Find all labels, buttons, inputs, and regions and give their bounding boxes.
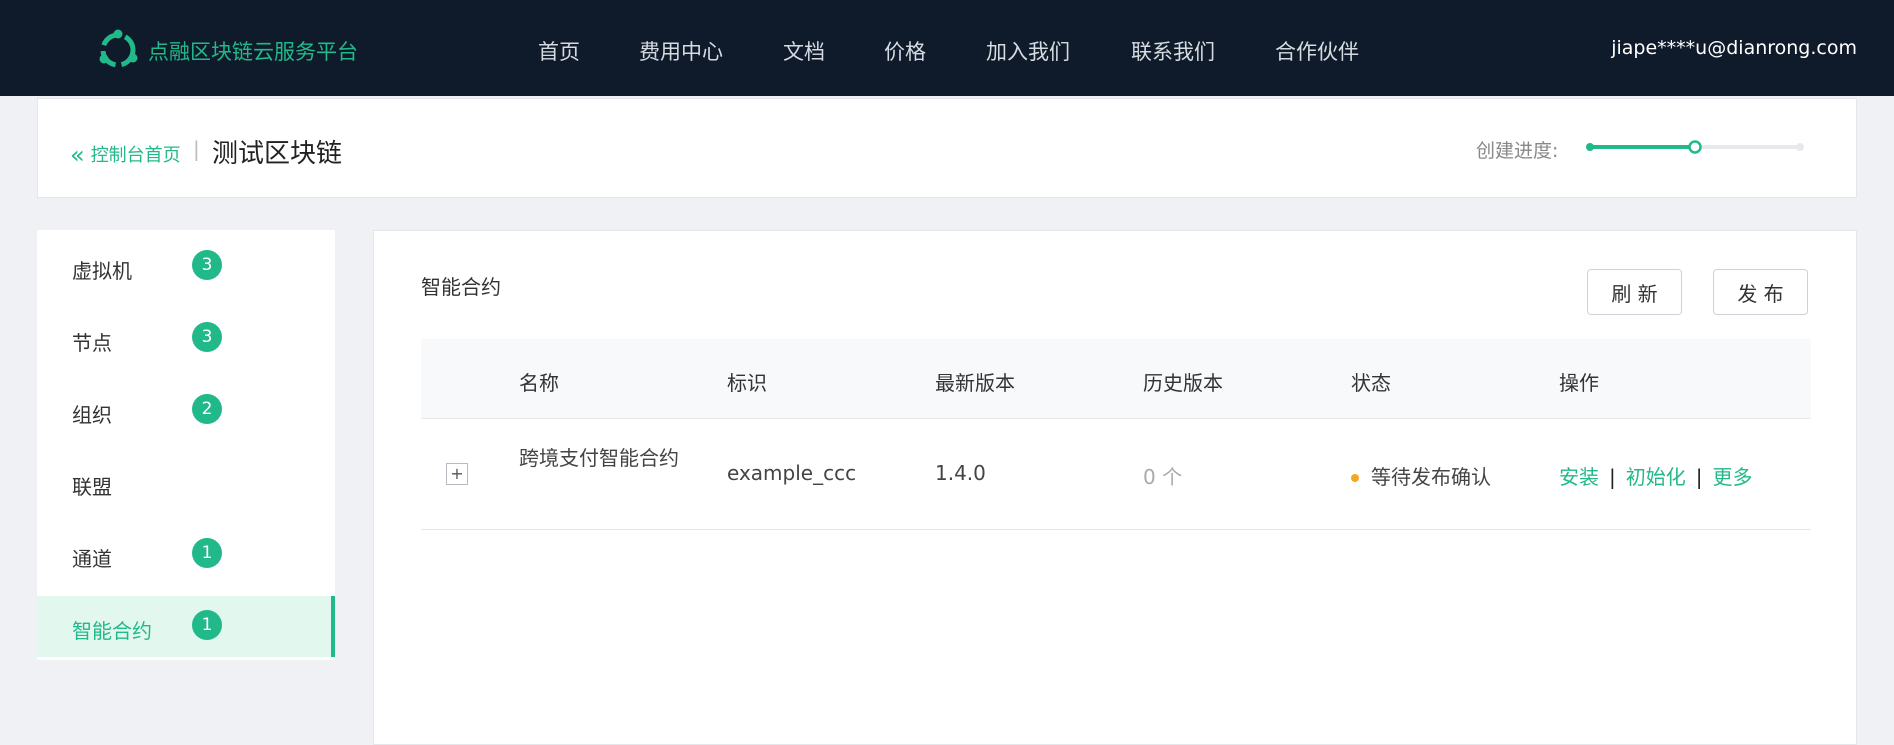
progress-label: 创建进度: [1476, 140, 1559, 162]
column-header-id: 标识 [727, 371, 767, 395]
sidebar-item-nodes[interactable]: 节点 3 [37, 308, 335, 369]
nav-item-docs[interactable]: 文档 [783, 36, 825, 66]
sidebar-item-label: 节点 [72, 331, 112, 355]
cell-actions: 安装 | 初始化 | 更多 [1559, 461, 1753, 490]
nav-item-partners[interactable]: 合作伙伴 [1275, 36, 1359, 66]
cell-status: 等待发布确认 [1351, 461, 1491, 490]
top-navbar: 点融区块链云服务平台 首页 费用中心 文档 价格 加入我们 联系我们 合作伙伴 … [0, 0, 1894, 96]
back-label: 控制台首页 [90, 145, 181, 166]
action-divider: | [1609, 465, 1616, 489]
sidebar-item-label: 联盟 [72, 475, 112, 499]
nav-item-contact-us[interactable]: 联系我们 [1131, 36, 1215, 66]
cell-name: 跨境支付智能合约 [519, 446, 679, 470]
column-header-name: 名称 [519, 371, 559, 395]
nav-item-billing[interactable]: 费用中心 [639, 36, 723, 66]
table-row: + 跨境支付智能合约 example_ccc 1.4.0 0 个 等待发布确认 … [421, 419, 1811, 530]
column-header-actions: 操作 [1559, 371, 1599, 395]
install-link[interactable]: 安装 [1559, 465, 1599, 489]
page-title: 测试区块链 [212, 139, 343, 169]
breadcrumb-bar: «控制台首页 | 测试区块链 创建进度: [37, 98, 1857, 198]
section-title: 智能合约 [421, 275, 501, 299]
nav-item-pricing[interactable]: 价格 [884, 36, 926, 66]
more-link[interactable]: 更多 [1713, 465, 1753, 489]
action-divider: | [1695, 465, 1703, 489]
count-badge: 3 [192, 250, 222, 280]
sidebar: 虚拟机 3 节点 3 组织 2 联盟 通道 1 智能合约 1 [37, 230, 335, 660]
sidebar-item-label: 通道 [72, 547, 112, 571]
column-header-latest-version: 最新版本 [935, 371, 1015, 395]
count-badge: 1 [192, 610, 222, 640]
progress-step-dot [1586, 143, 1594, 151]
initialize-link[interactable]: 初始化 [1626, 465, 1686, 489]
progress-step-dot [1688, 140, 1702, 154]
publish-button[interactable]: 发 布 [1713, 269, 1808, 315]
expand-row-icon[interactable]: + [446, 463, 468, 485]
nav-item-home[interactable]: 首页 [538, 36, 580, 66]
table-header: 名称 标识 最新版本 历史版本 状态 操作 [421, 339, 1811, 419]
breadcrumb-separator: | [193, 137, 200, 161]
cell-latest-version: 1.4.0 [935, 461, 986, 485]
user-account[interactable]: jiape****u@dianrong.com [1611, 37, 1857, 59]
cell-history-versions: 0 个 [1143, 465, 1183, 489]
count-badge: 2 [192, 394, 222, 424]
status-text: 等待发布确认 [1371, 465, 1491, 489]
creation-progress-indicator [1586, 140, 1804, 154]
main-panel: 智能合约 刷 新 发 布 名称 标识 最新版本 历史版本 状态 操作 + 跨境支… [373, 230, 1857, 745]
cell-id: example_ccc [727, 461, 857, 485]
back-to-console-link[interactable]: «控制台首页 [70, 139, 181, 169]
double-chevron-left-icon: « [70, 141, 85, 169]
sidebar-item-organizations[interactable]: 组织 2 [37, 380, 335, 441]
sidebar-item-vm[interactable]: 虚拟机 3 [37, 236, 335, 297]
sidebar-item-label: 智能合约 [72, 619, 152, 643]
sidebar-item-smart-contracts[interactable]: 智能合约 1 [37, 596, 335, 657]
sidebar-item-label: 组织 [72, 403, 112, 427]
sidebar-item-channels[interactable]: 通道 1 [37, 524, 335, 585]
brand-name[interactable]: 点融区块链云服务平台 [148, 36, 358, 66]
column-header-history-versions: 历史版本 [1143, 371, 1223, 395]
column-header-status: 状态 [1351, 371, 1391, 395]
count-badge: 3 [192, 322, 222, 352]
sidebar-item-consortium[interactable]: 联盟 [37, 452, 335, 513]
nav-item-join-us[interactable]: 加入我们 [986, 36, 1070, 66]
sidebar-item-label: 虚拟机 [72, 259, 132, 283]
progress-step-dot [1796, 143, 1804, 151]
status-dot-icon [1351, 474, 1359, 482]
count-badge: 1 [192, 538, 222, 568]
refresh-button[interactable]: 刷 新 [1587, 269, 1682, 315]
blockchain-logo-icon[interactable] [96, 28, 140, 72]
